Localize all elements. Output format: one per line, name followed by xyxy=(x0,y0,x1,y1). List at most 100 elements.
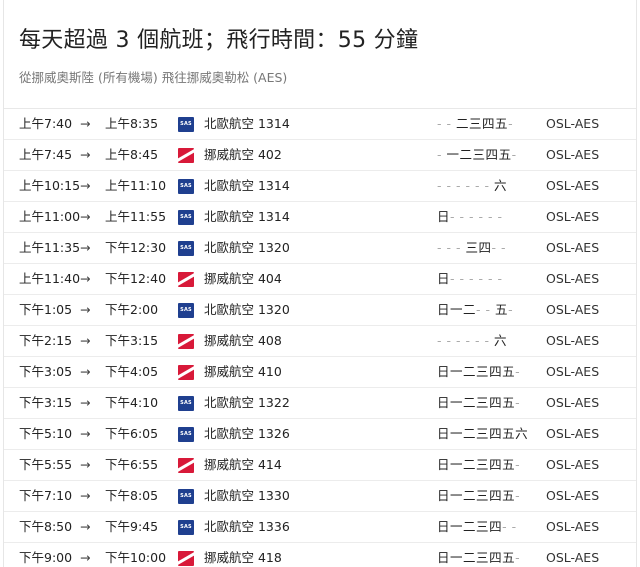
day-indicator: 一 xyxy=(450,302,464,317)
day-indicator: 日 xyxy=(437,364,451,379)
day-indicator: - xyxy=(485,302,491,317)
departure-time: 上午7:40 xyxy=(19,116,73,131)
day-indicator: 五 xyxy=(502,488,516,503)
flight-number: 北歐航空 1320 xyxy=(204,302,290,317)
arrival-time: 下午4:10 xyxy=(105,395,159,410)
flight-row[interactable]: 下午3:05 → 下午4:05 挪威航空 410 日一二三四五- OSL-AES xyxy=(4,357,636,388)
day-indicator: 二 xyxy=(459,147,473,162)
day-indicator: 二 xyxy=(463,426,477,441)
flight-row[interactable]: 下午9:00 → 下午10:00 挪威航空 418 日一二三四五- OSL-AES xyxy=(4,543,636,567)
flight-row[interactable]: 下午1:05→下午2:00北歐航空 1320日一二- - 五-OSL-AES xyxy=(4,295,636,326)
route-code: OSL-AES xyxy=(546,395,600,410)
norwegian-logo-icon xyxy=(178,334,194,349)
flight-number: 挪威航空 410 xyxy=(204,364,282,379)
day-indicator: 四 xyxy=(478,240,492,255)
flight-number: 北歐航空 1322 xyxy=(204,395,290,410)
day-indicator: 五 xyxy=(502,426,516,441)
day-indicator: 三 xyxy=(476,395,490,410)
flight-row[interactable]: 上午7:40→上午8:35北歐航空 1314- - 二三四五-OSL-AES xyxy=(4,109,636,140)
departure-time: 下午2:15 xyxy=(19,333,73,348)
flight-row[interactable]: 上午11:35→下午12:30北歐航空 1320- - - 三四- -OSL-A… xyxy=(4,233,636,264)
operating-days: - - - 三四- - xyxy=(437,233,506,263)
arrival-time: 下午12:30 xyxy=(105,240,167,255)
flight-number: 北歐航空 1314 xyxy=(204,116,290,131)
arrow-icon: → xyxy=(80,519,91,534)
day-indicator: 五 xyxy=(502,395,516,410)
day-indicator: 二 xyxy=(463,302,477,317)
arrow-icon: → xyxy=(80,178,91,193)
day-indicator: - xyxy=(515,550,521,565)
arrival-time: 上午11:10 xyxy=(105,178,167,193)
day-indicator: - xyxy=(446,178,452,193)
operating-days: 日- - - - - - xyxy=(437,202,503,232)
flight-row[interactable]: 上午7:45 → 上午8:45 挪威航空 402- 一二三四五- OSL-AES xyxy=(4,140,636,171)
flight-row[interactable]: 下午7:10 → 下午8:05 北歐航空 1330 日一二三四五- OSL-AES xyxy=(4,481,636,512)
operating-days: 日- - - - - - xyxy=(437,264,503,294)
arrow-icon: → xyxy=(80,209,91,224)
day-indicator: 二 xyxy=(456,116,470,131)
flight-number: 北歐航空 1314 xyxy=(204,209,290,224)
day-indicator: 一 xyxy=(450,550,464,565)
day-indicator: - xyxy=(488,209,494,224)
arrival-time: 下午4:05 xyxy=(105,364,159,379)
day-indicator: 二 xyxy=(463,457,477,472)
flight-number: 挪威航空 402 xyxy=(204,147,282,162)
route-code: OSL-AES xyxy=(546,426,600,441)
sas-logo-icon xyxy=(178,117,194,132)
route-code: OSL-AES xyxy=(546,271,600,286)
day-indicator: 四 xyxy=(489,395,503,410)
day-indicator: - xyxy=(456,240,462,255)
operating-days: 日一二三四五- xyxy=(437,481,520,511)
route-code: OSL-AES xyxy=(546,550,600,565)
day-indicator: 四 xyxy=(482,116,496,131)
day-indicator: - xyxy=(450,271,456,286)
operating-days: - - 二三四五- xyxy=(437,109,513,139)
flight-row[interactable]: 下午5:55 → 下午6:55 挪威航空 414 日一二三四五- OSL-AES xyxy=(4,450,636,481)
day-indicator: - xyxy=(456,333,462,348)
day-indicator: - xyxy=(491,240,497,255)
day-indicator: - xyxy=(437,240,443,255)
arrival-time: 上午11:55 xyxy=(105,209,167,224)
day-indicator: - xyxy=(501,240,507,255)
day-indicator: 四 xyxy=(489,364,503,379)
flight-row[interactable]: 下午3:15 → 下午4:10 北歐航空 1322 日一二三四五- OSL-AES xyxy=(4,388,636,419)
day-indicator: 五 xyxy=(495,302,509,317)
arrival-time: 下午6:55 xyxy=(105,457,159,472)
day-indicator: 六 xyxy=(515,426,529,441)
day-indicator: 二 xyxy=(463,519,477,534)
day-indicator: - xyxy=(469,271,475,286)
day-indicator: 三 xyxy=(476,488,490,503)
day-indicator: 二 xyxy=(463,488,477,503)
flight-row[interactable]: 下午5:10 → 下午6:05 北歐航空 1326 日一二三四五六 OSL-AES xyxy=(4,419,636,450)
flight-row[interactable]: 下午2:15 → 下午3:15 挪威航空 408 - - - - - - 六 OSL-AE… xyxy=(4,326,636,357)
sas-logo-icon xyxy=(178,210,194,225)
day-indicator: - xyxy=(446,333,452,348)
flight-row[interactable]: 上午11:40 → 下午12:40 挪威航空 404 日- - - - - - OSL-A… xyxy=(4,264,636,295)
departure-time: 下午5:10 xyxy=(19,426,73,441)
route-code: OSL-AES xyxy=(546,519,600,534)
day-indicator: 六 xyxy=(494,178,508,193)
day-indicator: - xyxy=(459,209,465,224)
day-indicator: 五 xyxy=(502,550,516,565)
flight-schedule-card: 每天超過 3 個航班；飛行時間：55 分鐘 從挪威奧斯陸 (所有機場) 飛往挪威… xyxy=(3,0,637,567)
day-indicator: 五 xyxy=(502,364,516,379)
day-indicator: 一 xyxy=(450,426,464,441)
day-indicator: 三 xyxy=(469,116,483,131)
day-indicator: 三 xyxy=(476,426,490,441)
day-indicator: 三 xyxy=(476,519,490,534)
departure-time: 上午11:40 xyxy=(19,271,81,286)
flight-number: 北歐航空 1330 xyxy=(204,488,290,503)
route-code: OSL-AES xyxy=(546,147,600,162)
flight-number: 挪威航空 418 xyxy=(204,550,282,565)
flight-row[interactable]: 下午8:50 → 下午9:45 北歐航空 1336 日一二三四- - OSL-AES xyxy=(4,512,636,543)
flight-list: 上午7:40→上午8:35北歐航空 1314- - 二三四五-OSL-AES上午… xyxy=(4,108,636,567)
flight-row[interactable]: 上午11:00→上午11:55北歐航空 1314日- - - - - -OSL-… xyxy=(4,202,636,233)
departure-time: 下午8:50 xyxy=(19,519,73,534)
day-indicator: 日 xyxy=(437,271,451,286)
day-indicator: - xyxy=(476,302,482,317)
day-indicator: - xyxy=(437,147,443,162)
sas-logo-icon xyxy=(178,303,194,318)
flight-row[interactable]: 上午10:15→ 上午11:10 北歐航空 1314 - - - - - - 六 OSL… xyxy=(4,171,636,202)
day-indicator: 四 xyxy=(489,519,503,534)
day-indicator: 四 xyxy=(489,550,503,565)
